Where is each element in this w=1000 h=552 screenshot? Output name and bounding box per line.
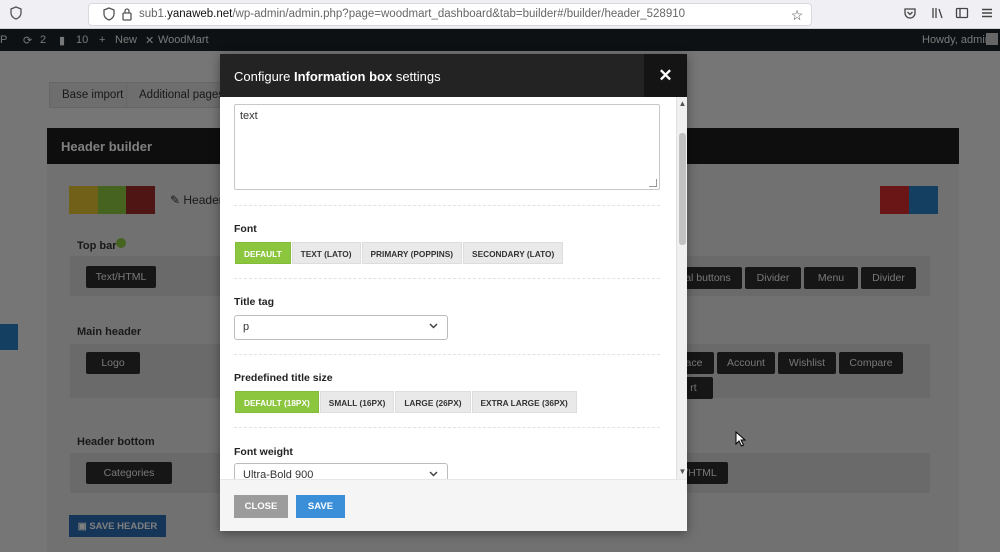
- font-option-default[interactable]: DEFAULT: [235, 242, 291, 264]
- textarea-value: text: [240, 110, 258, 122]
- title-size-selector: DEFAULT (18PX) SMALL (16PX) LARGE (26PX)…: [235, 391, 577, 413]
- font-option-secondary[interactable]: SECONDARY (LATO): [463, 242, 564, 264]
- tracking-shield-icon[interactable]: [101, 7, 117, 23]
- library-icon[interactable]: [930, 6, 946, 22]
- divider: [234, 278, 660, 279]
- modal-body: text Font DEFAULT TEXT (LATO) PRIMARY (P…: [220, 97, 676, 479]
- size-option-large[interactable]: LARGE (26PX): [395, 391, 471, 413]
- font-selector: DEFAULT TEXT (LATO) PRIMARY (POPPINS) SE…: [235, 242, 564, 264]
- scroll-down-icon[interactable]: ▼: [678, 467, 687, 476]
- font-weight-select[interactable]: Ultra-Bold 900: [234, 463, 448, 479]
- title-tag-value: p: [243, 321, 250, 333]
- divider: [234, 427, 660, 428]
- font-weight-value: Ultra-Bold 900: [243, 469, 314, 479]
- browser-toolbar: sub1.yanaweb.net/wp-admin/admin.php?page…: [0, 0, 1000, 29]
- size-option-extra-large[interactable]: EXTRA LARGE (36PX): [471, 391, 577, 413]
- title-size-label: Predefined title size: [234, 372, 333, 384]
- close-button[interactable]: CLOSE: [234, 495, 288, 518]
- modal-title: Configure Information box settings: [220, 54, 687, 97]
- save-button[interactable]: SAVE: [296, 495, 345, 518]
- modal-scrollbar[interactable]: ▲ ▼: [676, 97, 687, 479]
- close-icon[interactable]: ✕: [644, 54, 687, 97]
- sidebar-toggle-icon[interactable]: [954, 6, 970, 22]
- font-option-primary[interactable]: PRIMARY (POPPINS): [361, 242, 463, 264]
- scroll-up-icon[interactable]: ▲: [678, 99, 687, 108]
- font-option-text[interactable]: TEXT (LATO): [291, 242, 361, 264]
- chevron-down-icon: [428, 468, 439, 479]
- size-option-default[interactable]: DEFAULT (18PX): [235, 391, 319, 413]
- hamburger-menu-icon[interactable]: [979, 6, 995, 22]
- pocket-icon[interactable]: [902, 6, 918, 22]
- chevron-down-icon: [428, 320, 439, 334]
- address-bar[interactable]: sub1.yanaweb.net/wp-admin/admin.php?page…: [88, 3, 812, 26]
- size-option-small[interactable]: SMALL (16PX): [319, 391, 395, 413]
- mouse-cursor-icon: [735, 430, 747, 450]
- title-tag-label: Title tag: [234, 296, 275, 308]
- font-label: Font: [234, 223, 257, 235]
- divider: [234, 205, 660, 206]
- content-textarea[interactable]: text: [234, 104, 660, 190]
- lock-icon[interactable]: [119, 7, 135, 23]
- scrollbar-thumb[interactable]: [679, 133, 686, 245]
- title-tag-select[interactable]: p: [234, 315, 448, 340]
- shield-icon[interactable]: [8, 6, 24, 22]
- element-settings-modal: Configure Information box settings ✕ tex…: [220, 54, 687, 531]
- resize-handle-icon[interactable]: [649, 179, 657, 187]
- bookmark-star-icon[interactable]: ☆: [789, 7, 805, 23]
- url-text: sub1.yanaweb.net/wp-admin/admin.php?page…: [139, 8, 686, 20]
- modal-footer: CLOSE SAVE: [220, 479, 687, 531]
- divider: [234, 354, 660, 355]
- font-weight-label: Font weight: [234, 446, 293, 458]
